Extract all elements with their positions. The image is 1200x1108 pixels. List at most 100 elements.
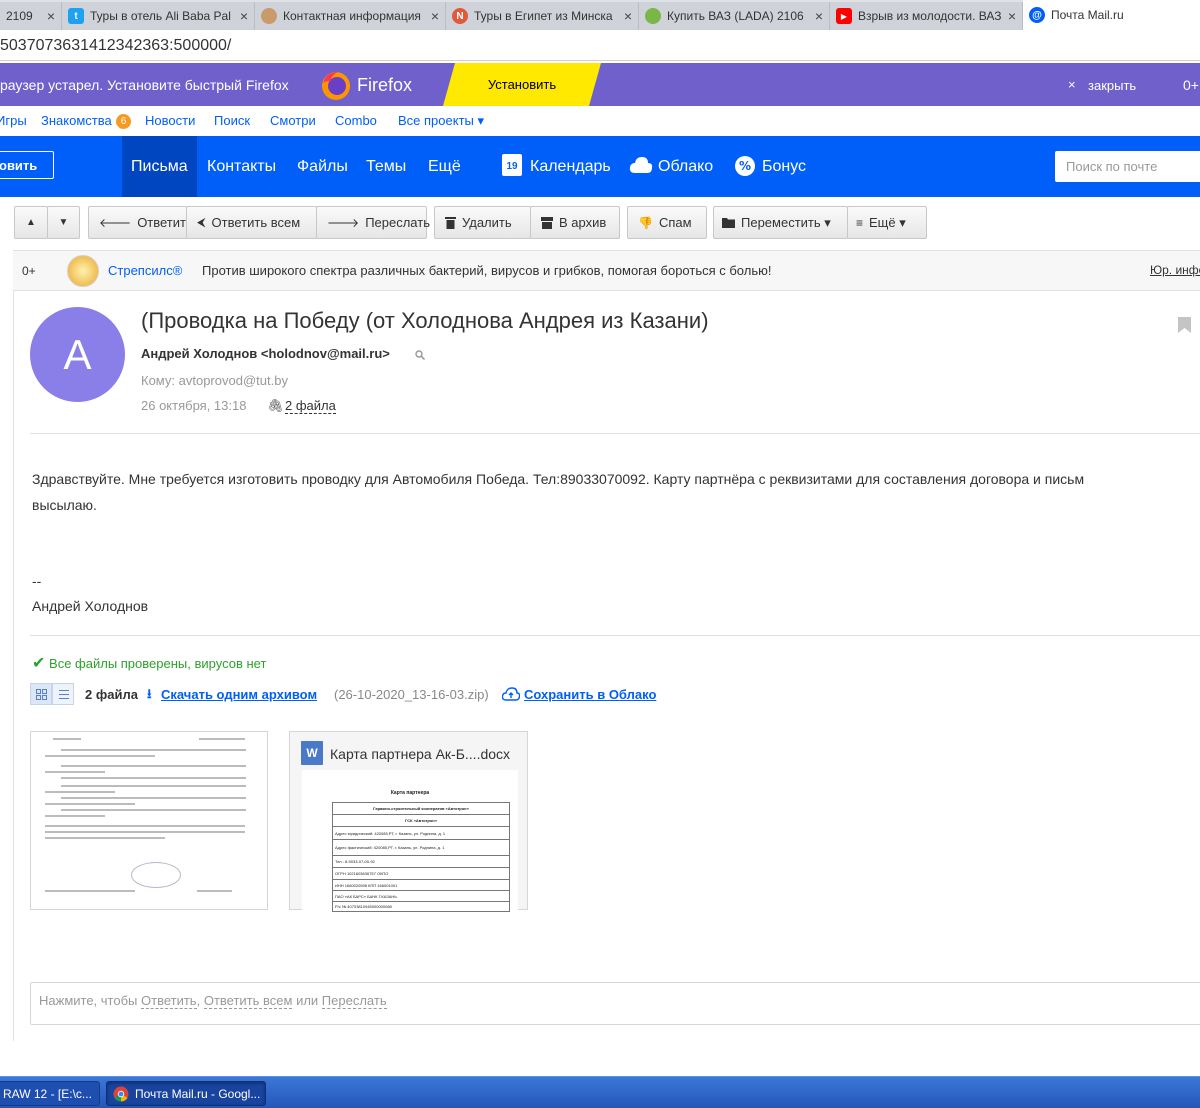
archive-label: В архив [559,215,607,230]
ad-line[interactable]: 0+ Стрепсилс® Против широкого спектра ра… [13,250,1200,291]
tab-close-icon[interactable]: × [624,8,632,24]
nav-themes[interactable]: Темы [366,158,406,176]
message-subject: (Проводка на Победу (от Холоднова Андрея… [141,308,709,333]
attachment-thumbnail-image[interactable] [30,731,268,910]
ad-brand[interactable]: Стрепсилс® [108,263,182,278]
message-to: Кому: avtoprovod@tut.by [141,373,288,388]
bonus-icon: % [735,156,755,176]
browser-tab-active[interactable]: @ Почта Mail.ru [1023,0,1200,30]
banner-message: раузер устарел. Установите быстрый Firef… [0,77,289,93]
portal-link-watch[interactable]: Смотри [270,113,316,128]
reply-icon: 🡐 [99,216,132,230]
forward-button[interactable]: 🡒 Переслать [316,206,430,239]
attachment-thumbnail-docx[interactable]: W Карта партнера Ак-Б....docx Карта парт… [289,731,528,912]
prev-message-button[interactable]: ▲ [14,206,48,239]
close-icon[interactable]: × [1068,77,1076,92]
browser-tab-2[interactable]: t Туры в отель Ali Baba Pal × [62,2,255,30]
delete-button[interactable]: Удалить [434,206,531,239]
calendar-icon: 19 [502,154,522,176]
tab-title: Почта Mail.ru [1051,8,1124,22]
portal-link-combo[interactable]: Combo [335,113,377,128]
nav-bonus[interactable]: Бонус [762,158,806,176]
browser-tab-1[interactable]: 2109 × [0,2,62,30]
browser-tab-5[interactable]: Купить ВАЗ (LADA) 2106 × [639,2,830,30]
svg-text:%: % [739,159,751,173]
tab-favicon-icon: t [68,8,84,24]
attachments-count: 2 файла [85,687,138,702]
quick-reply-link[interactable]: Ответить [141,993,197,1009]
forward-icon: 🡒 [327,216,360,230]
search-placeholder: Поиск по почте [1066,159,1158,174]
tab-close-icon[interactable]: × [431,8,439,24]
archive-button[interactable]: В архив [530,206,620,239]
to-address[interactable]: avtoprovod@tut.by [179,373,288,388]
grid-view-icon[interactable] [30,683,52,705]
portal-menu: Игры Знакомства 6 Новости Поиск Смотри C… [0,106,1200,136]
body-text-line-1: Здравствуйте. Мне требуется изготовить п… [32,471,1085,487]
save-to-cloud-link[interactable]: Сохранить в Облако [524,687,656,702]
windows-taskbar: RAW 12 - [E:\c... Почта Mail.ru - Googl.… [0,1076,1200,1108]
folder-icon [722,218,735,228]
virus-check-label: Все файлы проверены, вирусов нет [49,656,267,671]
browser-tab-3[interactable]: Контактная информация × [255,2,446,30]
bookmark-icon[interactable] [1178,317,1191,333]
message-sender[interactable]: Андрей Холоднов <holodnov@mail.ru> [141,346,390,361]
install-firefox-button[interactable]: Установить [443,63,601,106]
body-text-line-2: высылаю. [32,497,97,513]
firefox-logo-icon [322,72,350,100]
message-date: 26 октября, 13:18 [141,398,247,413]
portal-link-search[interactable]: Поиск [214,113,250,128]
download-icon: ⭳ [147,686,152,701]
list-view-icon[interactable] [52,683,74,705]
reply-button[interactable]: 🡐 Ответить [88,206,193,239]
portal-link-dating[interactable]: Знакомства [41,113,112,128]
quick-reply-box[interactable]: Нажмите, чтобы Ответить, Ответить всем и… [30,982,1200,1025]
tab-favicon-icon: ▶ [836,8,852,24]
compose-button[interactable]: овить [0,151,54,179]
avatar[interactable]: А [30,307,125,402]
nav-calendar[interactable]: Календарь [530,158,611,176]
reply-all-button[interactable]: ⮜ Ответить всем [186,206,317,239]
taskbar-item-label: RAW 12 - [E:\c... [3,1086,92,1101]
stamp-icon [131,862,181,888]
check-icon: ✔ [32,655,46,672]
tab-close-icon[interactable]: × [240,8,248,24]
browser-tab-4[interactable]: N Туры в Египет из Минска × [446,2,639,30]
signature-name: Андрей Холоднов [32,598,149,614]
quick-forward-link[interactable]: Переслать [321,993,387,1009]
attachments-link[interactable]: 2 файла [285,398,336,414]
browser-tab-6[interactable]: ▶ Взрыв из молодости. ВАЗ × [830,2,1023,30]
quick-reply-all-link[interactable]: Ответить всем [203,993,293,1009]
nav-files[interactable]: Файлы [297,158,348,176]
nav-letters[interactable]: Письма [131,158,188,176]
spam-button[interactable]: 👎 Спам [627,206,707,239]
close-banner-link[interactable]: закрыть [1088,78,1136,93]
content-border [13,291,14,1041]
nav-contacts[interactable]: Контакты [207,158,276,176]
header-divider [30,433,1200,434]
download-archive-link[interactable]: Скачать одним архивом [161,687,317,702]
move-button[interactable]: Переместить ▾ [713,206,848,239]
ad-text[interactable]: Против широкого спектра различных бактер… [202,263,771,278]
next-message-button[interactable]: ▼ [47,206,80,239]
portal-link-news[interactable]: Новости [145,113,195,128]
search-sender-icon[interactable] [415,350,425,360]
taskbar-item-chrome[interactable]: Почта Mail.ru - Googl... [106,1081,266,1106]
portal-link-games[interactable]: Игры [0,113,27,128]
ad-legal-link[interactable]: Юр. инфо [1150,263,1200,277]
search-input[interactable]: Поиск по почте [1055,151,1200,182]
portal-link-all-projects[interactable]: Все проекты ▾ [398,113,484,129]
tab-close-icon[interactable]: × [1008,8,1016,24]
tab-close-icon[interactable]: × [815,8,823,24]
nav-more[interactable]: Ещё [428,158,461,176]
tab-close-icon[interactable]: × [47,8,55,24]
dating-badge: 6 [116,114,131,129]
archive-icon [541,216,553,229]
firefox-banner: раузер устарел. Установите быстрый Firef… [0,63,1200,106]
move-label: Переместить ▾ [741,214,831,230]
address-bar[interactable]: 5037073631412342363:500000/ [0,30,1200,61]
more-actions-button[interactable]: ≡ Ещё ▾ [847,206,927,239]
nav-cloud[interactable]: Облако [658,158,713,176]
taskbar-item-raw[interactable]: RAW 12 - [E:\c... [0,1081,100,1106]
forward-label: Переслать [365,215,430,230]
